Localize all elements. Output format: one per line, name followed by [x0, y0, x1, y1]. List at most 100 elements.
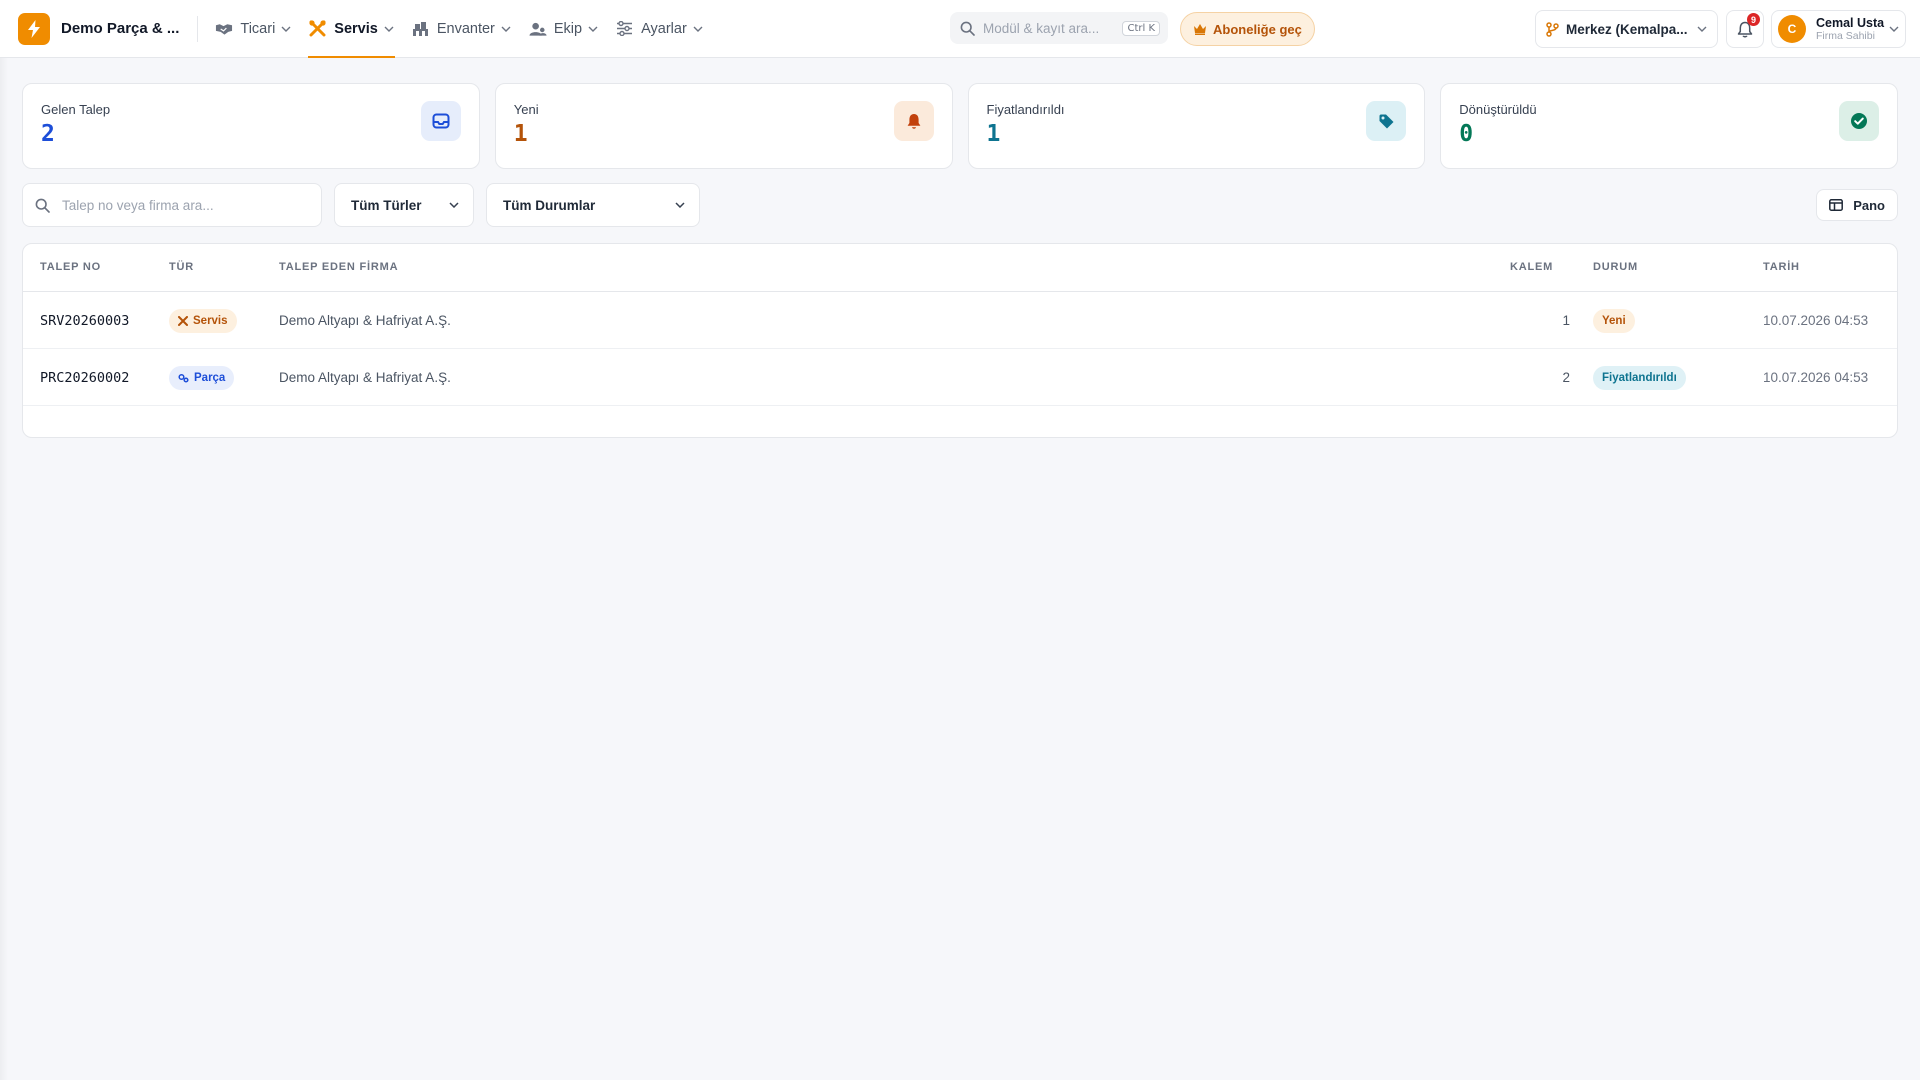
stat-value: 0 [1459, 121, 1474, 147]
handshake-icon [215, 20, 233, 38]
table-row[interactable]: PRC20260002 Parça Demo Altyapı & Hafriya… [23, 349, 1897, 406]
nav-item-ticari[interactable]: Ticari [206, 0, 300, 57]
tools-icon [178, 315, 188, 326]
item-count: 1 [1562, 313, 1570, 328]
stat-value: 1 [986, 121, 1001, 147]
tag-icon [1366, 101, 1407, 141]
stat-label: Yeni [513, 102, 539, 117]
nav-label: Envanter [436, 20, 495, 37]
nav-item-ayarlar[interactable]: Ayarlar [607, 0, 712, 57]
column-header-firm[interactable]: TALEP EDEN FİRMA [279, 261, 398, 273]
chevron-down-icon [501, 26, 511, 32]
table-header: TALEP NO TÜR TALEP EDEN FİRMA KALEM DURU… [23, 244, 1897, 292]
top-bar: Demo Parça & ... Ticari Servis Envanter [0, 0, 1920, 58]
request-search-input[interactable]: Talep no veya firma ara... [22, 183, 322, 227]
column-header-no[interactable]: TALEP NO [40, 261, 101, 273]
select-value: Tüm Durumlar [503, 197, 596, 213]
date-cell: 10.07.2026 04:53 [1763, 313, 1869, 328]
stat-card-new: Yeni 1 [494, 83, 953, 169]
columns-icon [1829, 199, 1844, 211]
status-badge: Fiyatlandırıldı [1593, 365, 1686, 390]
column-header-status[interactable]: DURUM [1593, 261, 1638, 273]
column-header-qty[interactable]: KALEM [1510, 261, 1553, 273]
nav-item-envanter[interactable]: Envanter [403, 0, 520, 57]
stat-label: Dönüştürüldü [1459, 102, 1537, 117]
column-header-type[interactable]: TÜR [169, 261, 194, 273]
warehouse-icon [412, 20, 430, 38]
divider [197, 15, 199, 42]
type-label: Parça [194, 371, 226, 384]
stat-card-priced: Fiyatlandırıldı 1 [967, 83, 1426, 169]
avatar: C [1778, 15, 1806, 43]
status-filter-select[interactable]: Tüm Durumlar [486, 183, 700, 227]
chevron-down-icon [675, 202, 685, 208]
user-role: Firma Sahibi [1816, 30, 1875, 43]
stat-value: 2 [41, 121, 55, 147]
type-badge-servis: Servis [169, 308, 237, 333]
sliders-icon [616, 20, 634, 38]
inbox-icon [420, 101, 461, 141]
brand[interactable]: Demo Parça & ... [0, 0, 179, 57]
page-edge-shadow [0, 58, 8, 1080]
type-cell: Parça [169, 349, 235, 406]
branch-label: Merkez (Kemalpa... [1566, 21, 1688, 37]
branch-selector[interactable]: Merkez (Kemalpa... [1535, 10, 1718, 48]
search-placeholder: Talep no veya firma ara... [62, 197, 214, 213]
chevron-down-icon [588, 26, 598, 32]
nav-label: Ayarlar [641, 20, 687, 37]
column-header-date[interactable]: TARİH [1763, 261, 1800, 273]
nav-label: Servis [334, 20, 378, 37]
stat-label: Gelen Talep [41, 102, 111, 117]
type-badge-parca: Parça [169, 365, 235, 390]
upgrade-button[interactable]: Aboneliğe geç [1180, 12, 1315, 46]
notifications-button[interactable]: 9 [1726, 10, 1764, 48]
shortcut-hint: Ctrl K [1122, 20, 1160, 36]
upgrade-label: Aboneliğe geç [1213, 21, 1302, 37]
user-name: Cemal Usta [1816, 15, 1885, 30]
search-icon [35, 198, 50, 213]
request-no[interactable]: PRC20260002 [40, 349, 129, 406]
stat-label: Fiyatlandırıldı [986, 102, 1065, 117]
stat-cards: Gelen Talep 2 Yeni 1 Fiyatlandırıldı 1 D… [22, 83, 1898, 169]
request-no[interactable]: SRV20260003 [40, 292, 129, 349]
nav-label: Ekip [553, 20, 583, 37]
select-value: Tüm Türler [351, 197, 422, 213]
date-cell: 10.07.2026 04:53 [1763, 370, 1869, 385]
type-filter-select[interactable]: Tüm Türler [334, 183, 474, 227]
nav-item-ekip[interactable]: Ekip [520, 0, 607, 57]
status-cell: Fiyatlandırıldı [1593, 349, 1686, 406]
lightning-logo-icon [18, 12, 50, 45]
global-search-input[interactable]: Modül & kayıt ara... Ctrl K [950, 12, 1168, 44]
type-cell: Servis [169, 292, 237, 349]
tools-icon [309, 20, 327, 38]
item-count: 2 [1562, 370, 1570, 385]
chevron-down-icon [449, 202, 459, 208]
chevron-down-icon [384, 26, 394, 32]
search-icon [960, 21, 975, 36]
check-circle-icon [1839, 101, 1879, 141]
board-view-button[interactable]: Pano [1816, 189, 1898, 221]
status-cell: Yeni [1593, 292, 1635, 349]
chevron-down-icon [1697, 26, 1707, 32]
status-badge: Yeni [1593, 308, 1635, 333]
stat-value: 1 [513, 121, 528, 147]
git-branch-icon [1546, 21, 1559, 37]
nav-item-servis[interactable]: Servis [300, 0, 403, 58]
bell-icon [893, 101, 934, 141]
chevron-down-icon [693, 26, 703, 32]
chevron-down-icon [281, 26, 291, 32]
team-icon [529, 20, 547, 38]
user-menu[interactable]: C Cemal Usta Firma Sahibi [1771, 10, 1906, 48]
firm-name: Demo Altyapı & Hafriyat A.Ş. [279, 370, 451, 385]
board-label: Pano [1853, 197, 1885, 213]
cogs-icon [178, 373, 189, 383]
stat-card-incoming: Gelen Talep 2 [22, 83, 480, 169]
nav-label: Ticari [240, 20, 276, 37]
search-placeholder: Modül & kayıt ara... [983, 20, 1100, 36]
requests-table: TALEP NO TÜR TALEP EDEN FİRMA KALEM DURU… [22, 243, 1898, 438]
firm-name: Demo Altyapı & Hafriyat A.Ş. [279, 313, 451, 328]
notification-badge: 9 [1747, 13, 1760, 26]
table-row[interactable]: SRV20260003 Servis Demo Altyapı & Hafriy… [23, 292, 1897, 349]
stat-card-converted: Dönüştürüldü 0 [1440, 83, 1898, 169]
type-label: Servis [193, 314, 228, 327]
